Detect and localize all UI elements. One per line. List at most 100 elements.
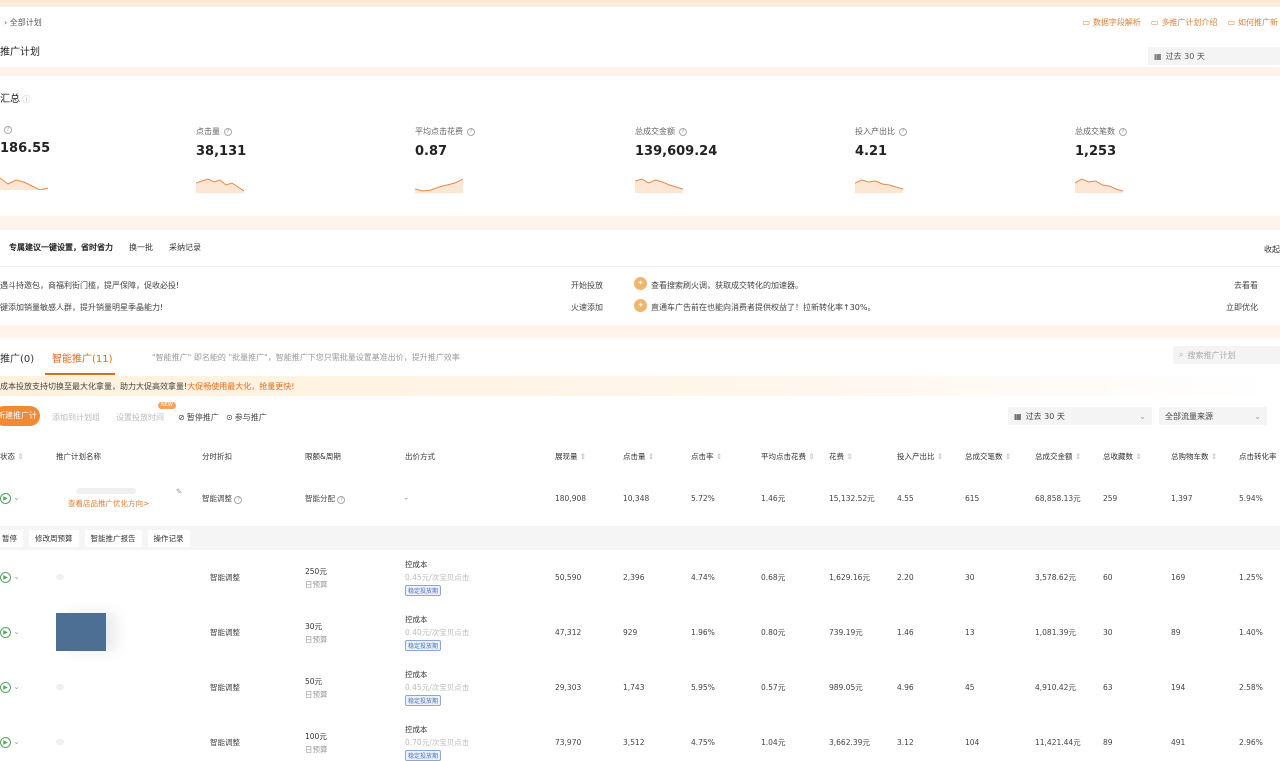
operations-bar: 暂停 修改周预算 智能推广报告 操作记录: [0, 526, 1280, 550]
metric-cell-ctr: 1.96%: [691, 628, 715, 637]
breadcrumb-all-plans[interactable]: 全部计划: [10, 18, 42, 27]
column-header[interactable]: 总成交金额 ⇕: [1035, 442, 1103, 470]
metric-cell-carts: 89: [1171, 628, 1181, 637]
help-icon[interactable]: ?: [679, 127, 687, 136]
collapse-button[interactable]: 收起: [1264, 244, 1280, 255]
column-header[interactable]: 平均点击花费 ⇕: [761, 442, 829, 470]
adopt-history-link[interactable]: 采纳记录: [169, 242, 201, 253]
active-tab-indicator: [45, 373, 115, 375]
sort-icon[interactable]: ⇕: [806, 452, 814, 461]
column-header[interactable]: 状态 ⇕: [0, 442, 56, 470]
plan-name-cell: [56, 550, 202, 605]
table-header: 状态 ⇕ 推广计划名称 分时折扣 限额&周期 出价方式 展现量 ⇕ 点击量 ⇕ 点击率 ⇕ 平均…: [0, 442, 1280, 470]
play-icon[interactable]: ▶: [0, 627, 11, 638]
column-header[interactable]: 出价方式: [405, 442, 555, 470]
help-link-howto[interactable]: ▭ 如何推广新: [1227, 17, 1278, 28]
metric-cell-cost: 1,629.16元: [829, 573, 870, 582]
suggestion-action[interactable]: 开始投放: [571, 280, 603, 291]
table-row[interactable]: ▶ ⌄ 智能调整 100元 日预算 控成本 0.70元/次宝贝点击 稳定投放期 73,970 3…: [0, 715, 1280, 761]
help-icon[interactable]: ?: [234, 495, 243, 504]
chevron-down-icon[interactable]: ⌄: [11, 627, 19, 636]
chevron-down-icon[interactable]: ⌄: [11, 682, 19, 691]
sort-icon[interactable]: ⇕: [714, 452, 722, 461]
help-icon[interactable]: ?: [467, 127, 475, 136]
sort-icon[interactable]: ⇕: [15, 452, 23, 461]
help-icon[interactable]: ⓘ: [20, 95, 31, 104]
column-header[interactable]: 总成交笔数 ⇕: [965, 442, 1035, 470]
tab-description: "智能推广" 即名能的 "批量推广"，智能推广下您只需批量设置基准出价，提升推广…: [152, 353, 460, 362]
discount-cell: 智能调整: [210, 683, 240, 692]
sort-icon[interactable]: ⇕: [935, 452, 943, 461]
suggestion-action[interactable]: 火速添加: [571, 302, 603, 313]
sort-icon[interactable]: ⇕: [646, 452, 654, 461]
column-header[interactable]: 推广计划名称: [56, 442, 202, 470]
chevron-down-icon[interactable]: ⌄: [11, 572, 19, 581]
sort-icon[interactable]: ⇕: [1277, 452, 1280, 461]
tab-standard[interactable]: 推广(0): [0, 350, 34, 365]
optimize-link[interactable]: 查看店品推广优化方向>: [56, 498, 202, 509]
play-icon[interactable]: ▶: [0, 572, 11, 583]
status-badge: 稳定投放期: [405, 695, 442, 706]
help-icon[interactable]: ?: [899, 127, 907, 136]
discount-cell: 智能调整: [210, 738, 240, 747]
column-header[interactable]: 点击量 ⇕: [623, 442, 691, 470]
metric-card: 平均点击花费? 0.87: [415, 126, 475, 193]
help-icon[interactable]: ?: [337, 495, 346, 504]
column-header[interactable]: 限额&周期: [305, 442, 405, 470]
sort-icon[interactable]: ⇕: [1209, 452, 1217, 461]
column-header[interactable]: 总购物车数 ⇕: [1171, 442, 1239, 470]
operation-button[interactable]: 暂停: [0, 529, 23, 547]
sort-icon[interactable]: ⇕: [1073, 452, 1081, 461]
column-header[interactable]: 点击率 ⇕: [691, 442, 761, 470]
play-icon[interactable]: ▶: [0, 492, 11, 504]
operation-button[interactable]: 智能推广报告: [84, 529, 142, 547]
table-row[interactable]: ▶ ⌄ ✎ 查看店品推广优化方向> 智能调整 ? 智能分配 ? -180,908 10,34…: [0, 470, 1280, 526]
set-time-button[interactable]: 设置投放时间: [116, 412, 164, 423]
pause-plan-button[interactable]: ⊘ 暂停推广: [178, 412, 219, 423]
column-header[interactable]: 分时折扣: [202, 442, 305, 470]
help-icon[interactable]: ?: [1119, 127, 1127, 136]
table-row[interactable]: ▶ ⌄ 智能调整 250元 日预算 控成本 0.45元/次宝贝点击 稳定投放期 50,590 2…: [0, 550, 1280, 605]
traffic-source-select[interactable]: 全部流量来源 ⌄: [1159, 407, 1267, 425]
operation-button[interactable]: 操作记录: [147, 529, 190, 547]
table-row[interactable]: ▶ ⌄ 智能调整 50元 日预算 控成本 0.45元/次宝贝点击 稳定投放期 29,303 1,…: [0, 660, 1280, 715]
play-icon[interactable]: ▶: [0, 682, 11, 693]
column-header[interactable]: 花费 ⇕: [829, 442, 897, 470]
table-date-range[interactable]: ▦ 过去 30 天 ⌄: [1008, 407, 1152, 425]
suggestion-action[interactable]: 立即优化: [1226, 302, 1258, 313]
plan-search-input[interactable]: ⌕ 搜索推广计划: [1173, 346, 1280, 364]
tab-smart[interactable]: 智能推广(11): [52, 350, 113, 365]
sort-icon[interactable]: ⇕: [1133, 452, 1141, 461]
help-link-multi-plan[interactable]: ▭ 多推广计划介绍: [1151, 17, 1218, 28]
play-icon[interactable]: ▶: [0, 737, 11, 748]
column-header[interactable]: 总收藏数 ⇕: [1103, 442, 1171, 470]
help-links: ▭ 数据字段解析 ▭ 多推广计划介绍 ▭ 如何推广新: [1082, 17, 1278, 28]
summary-panel: 汇总 ⓘ ? 186.55 点击量? 38,131 平均点击花费? 0.87 总成交金额? 1…: [0, 76, 1280, 216]
sort-icon[interactable]: ⇕: [844, 452, 852, 461]
metric-cell-ctr: 4.75%: [691, 738, 715, 747]
plans-panel: 推广(0) 智能推广(11) "智能推广" 即名能的 "批量推广"，智能推广下您…: [0, 338, 1280, 761]
help-icon[interactable]: ?: [4, 126, 12, 134]
operation-button[interactable]: 修改周预算: [29, 529, 79, 547]
column-header[interactable]: 投入产出比 ⇕: [897, 442, 965, 470]
breadcrumb[interactable]: › 全部计划: [4, 17, 42, 28]
refresh-suggestions-button[interactable]: 换一批: [129, 242, 153, 253]
resume-plan-button[interactable]: ⊙ 参与推广: [226, 412, 267, 423]
metric-cell-clicks: 3,512: [623, 738, 645, 747]
sort-icon[interactable]: ⇕: [1003, 452, 1011, 461]
new-plan-button[interactable]: 新建推广计划: [0, 406, 40, 440]
header-date-range[interactable]: ▦ 过去 30 天: [1148, 47, 1280, 65]
suggestion-action[interactable]: 去看看: [1234, 280, 1258, 291]
sort-icon[interactable]: ⇕: [578, 452, 586, 461]
help-icon[interactable]: ?: [224, 127, 232, 136]
column-header[interactable]: 点击转化率 ⇕: [1239, 442, 1280, 470]
edit-icon[interactable]: ✎: [176, 487, 182, 496]
table-row[interactable]: ▶ ⌄ 智能调整 30元 日预算 控成本 0.40元/次宝贝点击 稳定投放期 47,312 92…: [0, 605, 1280, 660]
add-to-group-button[interactable]: 添加到计划组: [52, 412, 100, 423]
help-link-fields[interactable]: ▭ 数据字段解析: [1082, 17, 1141, 28]
chevron-down-icon[interactable]: ⌄: [11, 493, 19, 502]
column-header[interactable]: 展现量 ⇕: [555, 442, 623, 470]
metric-card: 总成交金额? 139,609.24: [635, 126, 717, 193]
chevron-down-icon[interactable]: ⌄: [11, 737, 19, 746]
metric-cell-impressions: 50,590: [555, 573, 582, 582]
